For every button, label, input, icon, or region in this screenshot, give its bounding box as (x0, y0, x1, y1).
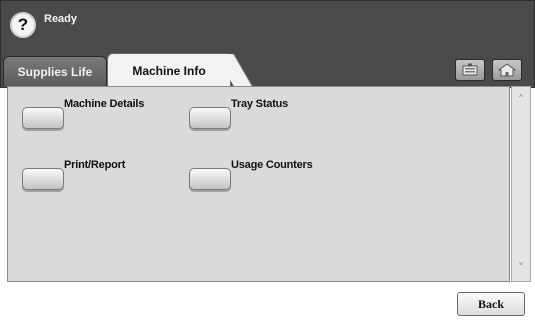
home-icon (498, 63, 516, 77)
content-panel: Machine Details Tray Status Print/Report… (7, 86, 510, 282)
back-button[interactable]: Back (457, 292, 525, 316)
scroll-up-icon[interactable]: ˄ (514, 93, 528, 107)
machine-details-label: Machine Details (64, 98, 145, 110)
job-status-button[interactable] (455, 59, 485, 81)
tab-machine-info-label: Machine Info (132, 63, 206, 78)
tray-status-button[interactable] (189, 107, 231, 129)
status-text: Ready (44, 13, 78, 25)
home-button[interactable] (492, 59, 522, 81)
tray-status-label: Tray Status (231, 98, 289, 110)
usage-counters-item[interactable]: Usage Counters (189, 159, 313, 190)
scroll-down-icon[interactable]: ˅ (514, 261, 528, 275)
machine-details-item[interactable]: Machine Details (22, 98, 144, 129)
tray-status-item[interactable]: Tray Status (189, 98, 288, 129)
job-status-icon (462, 63, 478, 76)
machine-details-button[interactable] (22, 107, 64, 129)
tab-machine-info[interactable]: Machine Info (107, 53, 231, 87)
status-bar: ? Ready Supplies Life Machine Info (0, 0, 535, 88)
help-icon[interactable]: ? (10, 12, 36, 38)
print-report-item[interactable]: Print/Report (22, 159, 125, 190)
print-report-button[interactable] (22, 168, 64, 190)
usage-counters-button[interactable] (189, 168, 231, 190)
print-report-label: Print/Report (64, 159, 126, 171)
usage-counters-label: Usage Counters (231, 159, 313, 171)
tab-supplies-life[interactable]: Supplies Life (3, 56, 107, 86)
scrollbar[interactable]: ˄ ˅ (511, 86, 531, 282)
machine-info-screen: ? Ready Supplies Life Machine Info Machi… (0, 0, 535, 322)
